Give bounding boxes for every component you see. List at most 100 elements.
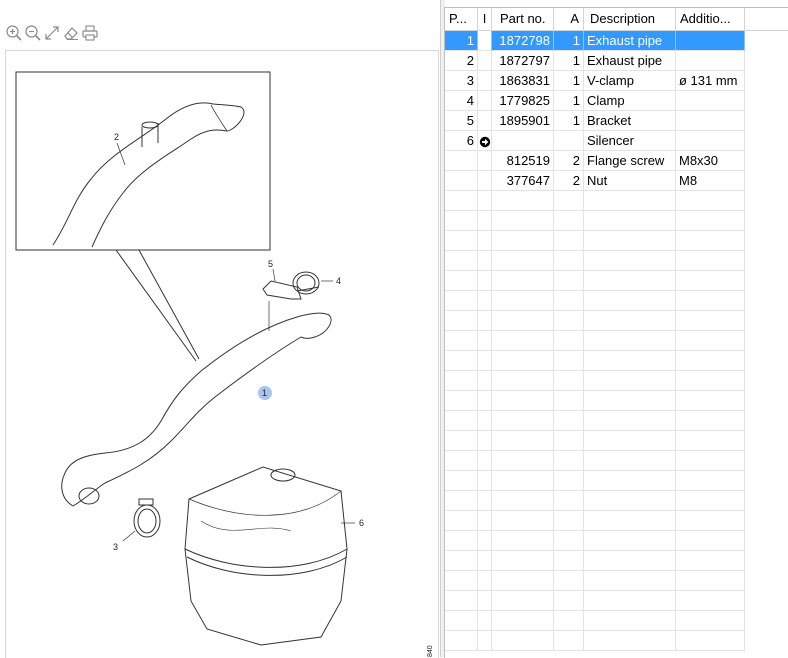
callout-6[interactable]: 6 <box>359 518 364 528</box>
cell-additional <box>676 271 745 291</box>
diagram-code: 840 <box>427 645 434 657</box>
cell-additional <box>676 311 745 331</box>
cell-position <box>445 451 478 471</box>
cell-part-no <box>492 491 554 511</box>
table-row[interactable]: 812519 2 Flange screw M8x30 <box>445 151 788 171</box>
cell-description <box>584 611 676 631</box>
table-row-empty <box>445 451 788 471</box>
cell-additional <box>676 411 745 431</box>
cell-position <box>445 391 478 411</box>
cell-position <box>445 511 478 531</box>
cell-position: 4 <box>445 91 478 111</box>
table-row-empty <box>445 251 788 271</box>
cell-part-no <box>492 451 554 471</box>
cell-info <box>478 331 492 351</box>
cell-description <box>584 431 676 451</box>
cell-info <box>478 291 492 311</box>
cell-info <box>478 471 492 491</box>
table-header: P... I Part no. A Description Additio... <box>445 8 788 31</box>
arrow-right-icon[interactable] <box>479 131 491 147</box>
table-row[interactable]: 6 Silencer <box>445 131 788 151</box>
cell-info <box>478 51 492 71</box>
cell-additional <box>676 391 745 411</box>
cell-description: Exhaust pipe <box>584 31 676 51</box>
cell-part-no <box>492 371 554 391</box>
diagram-toolbar <box>4 22 99 44</box>
table-row[interactable]: 5 1895901 1 Bracket <box>445 111 788 131</box>
table-row-empty <box>445 631 788 651</box>
column-header-additional[interactable]: Additio... <box>676 8 745 30</box>
cell-position <box>445 311 478 331</box>
cell-part-no: 1779825 <box>492 91 554 111</box>
cell-part-no <box>492 591 554 611</box>
zoom-in-icon[interactable] <box>4 24 23 43</box>
cell-part-no <box>492 571 554 591</box>
table-row[interactable]: 3 1863831 1 V-clamp ø 131 mm <box>445 71 788 91</box>
print-icon[interactable] <box>80 24 99 43</box>
table-row-empty <box>445 411 788 431</box>
column-header-description[interactable]: Description <box>584 8 676 30</box>
cell-amount <box>554 411 584 431</box>
column-header-part-no[interactable]: Part no. <box>492 8 554 30</box>
cell-part-no <box>492 551 554 571</box>
cell-part-no: 1872797 <box>492 51 554 71</box>
callout-2[interactable]: 2 <box>114 132 119 142</box>
cell-info <box>478 491 492 511</box>
table-row[interactable]: 1 1872798 1 Exhaust pipe <box>445 31 788 51</box>
cell-additional <box>676 511 745 531</box>
cell-additional <box>676 111 745 131</box>
diagram-pane: 2 5 4 1 3 6 840 <box>0 0 440 658</box>
cell-amount: 1 <box>554 51 584 71</box>
cell-position <box>445 611 478 631</box>
cell-amount <box>554 471 584 491</box>
diagram-canvas[interactable]: 2 5 4 1 3 6 840 <box>5 50 439 658</box>
zoom-out-icon[interactable] <box>23 24 42 43</box>
cell-additional <box>676 191 745 211</box>
table-row[interactable]: 2 1872797 1 Exhaust pipe <box>445 51 788 71</box>
cell-part-no <box>492 331 554 351</box>
cell-part-no: 1863831 <box>492 71 554 91</box>
table-row[interactable]: 377647 2 Nut M8 <box>445 171 788 191</box>
cell-additional <box>676 91 745 111</box>
cell-description <box>584 571 676 591</box>
callout-4[interactable]: 4 <box>336 276 341 286</box>
cell-info <box>478 171 492 191</box>
cell-part-no <box>492 431 554 451</box>
cell-amount <box>554 331 584 351</box>
eraser-icon[interactable] <box>61 24 80 43</box>
cell-info <box>478 431 492 451</box>
cell-additional <box>676 611 745 631</box>
cell-additional <box>676 551 745 571</box>
column-header-info[interactable]: I <box>478 8 492 30</box>
cell-additional <box>676 291 745 311</box>
cell-info <box>478 311 492 331</box>
column-header-position[interactable]: P... <box>445 8 478 30</box>
column-header-amount[interactable]: A <box>554 8 584 30</box>
callout-5[interactable]: 5 <box>268 259 273 269</box>
callout-3[interactable]: 3 <box>113 542 118 552</box>
cell-description <box>584 551 676 571</box>
cell-description: Nut <box>584 171 676 191</box>
cell-amount <box>554 431 584 451</box>
cell-info <box>478 591 492 611</box>
cell-additional <box>676 131 745 151</box>
cell-amount <box>554 131 584 151</box>
cell-description <box>584 211 676 231</box>
table-row-empty <box>445 491 788 511</box>
cell-description <box>584 391 676 411</box>
cell-position <box>445 231 478 251</box>
cell-part-no <box>492 251 554 271</box>
fit-to-window-icon[interactable] <box>42 24 61 43</box>
cell-description <box>584 411 676 431</box>
cell-additional <box>676 491 745 511</box>
table-row[interactable]: 4 1779825 1 Clamp <box>445 91 788 111</box>
cell-description <box>584 371 676 391</box>
cell-part-no <box>492 411 554 431</box>
cell-amount <box>554 491 584 511</box>
table-row-empty <box>445 331 788 351</box>
callout-1[interactable]: 1 <box>262 388 267 398</box>
cell-info <box>478 231 492 251</box>
cell-part-no <box>492 351 554 371</box>
cell-amount <box>554 591 584 611</box>
cell-position <box>445 551 478 571</box>
